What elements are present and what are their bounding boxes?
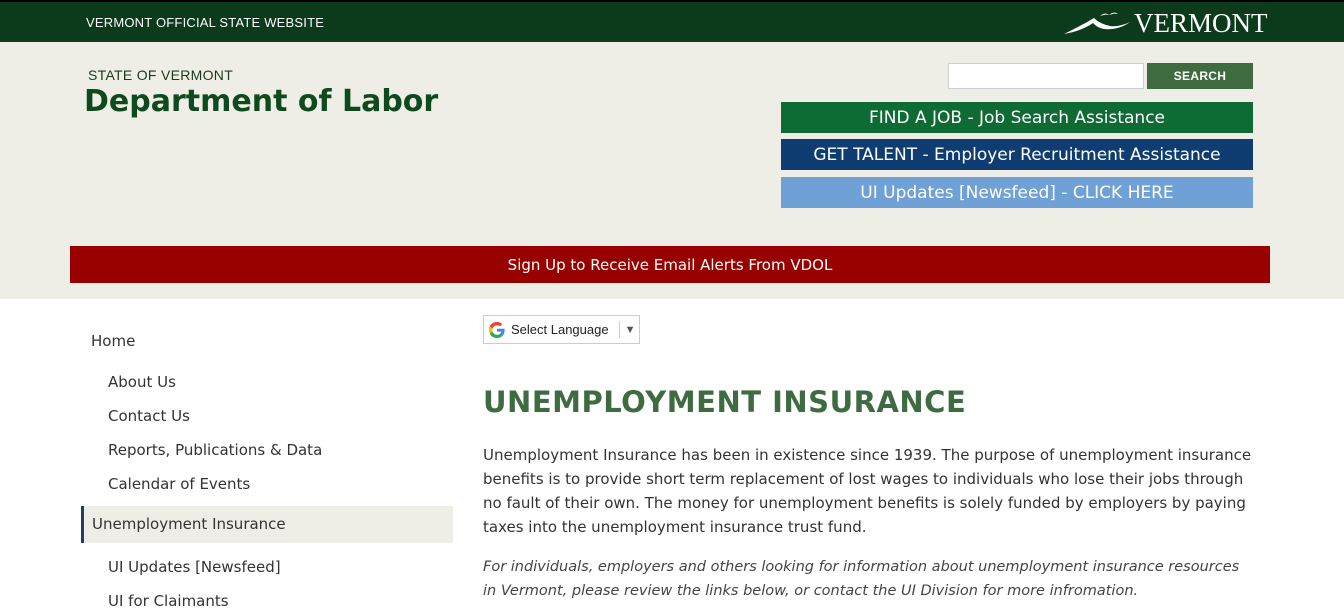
select-language-label: Select Language [511, 322, 609, 337]
official-site-label[interactable]: VERMONT OFFICIAL STATE WEBSITE [86, 15, 324, 30]
find-a-job-button[interactable]: FIND A JOB - Job Search Assistance [781, 102, 1253, 133]
sidebar-item-contact-us[interactable]: Contact Us [108, 407, 190, 425]
mountain-bird-icon [1064, 12, 1130, 34]
sidebar-item-unemployment-insurance[interactable]: Unemployment Insurance [81, 506, 453, 543]
vermont-logo[interactable]: VERMONT [1062, 8, 1268, 38]
intro-paragraph: Unemployment Insurance has been in exist… [483, 446, 1252, 536]
sidebar-item-label: Unemployment Insurance [92, 515, 286, 533]
vermont-wordmark: VERMONT [1134, 7, 1268, 38]
dropdown-arrow-icon: ▼ [624, 323, 636, 336]
sidebar-item-home[interactable]: Home [91, 332, 135, 350]
language-selector[interactable]: Select Language ▼ [483, 315, 640, 344]
get-talent-button[interactable]: GET TALENT - Employer Recruitment Assist… [781, 139, 1253, 170]
info-note: For individuals, employers and others lo… [483, 559, 1240, 599]
state-label: STATE OF VERMONT [88, 67, 234, 83]
ui-updates-button[interactable]: UI Updates [Newsfeed] - CLICK HERE [781, 177, 1253, 208]
google-g-icon [489, 321, 505, 338]
sidebar-item-ui-claimants[interactable]: UI for Claimants [108, 592, 229, 610]
department-title[interactable]: Department of Labor [84, 84, 438, 119]
email-alerts-banner[interactable]: Sign Up to Receive Email Alerts From VDO… [70, 246, 1270, 283]
sidebar-item-reports[interactable]: Reports, Publications & Data [108, 441, 322, 459]
sidebar-item-calendar[interactable]: Calendar of Events [108, 475, 250, 493]
page-title: UNEMPLOYMENT INSURANCE [483, 385, 967, 419]
site-header: STATE OF VERMONT Department of Labor SEA… [0, 42, 1344, 299]
divider [618, 321, 620, 338]
sidebar-item-ui-updates[interactable]: UI Updates [Newsfeed] [108, 558, 281, 576]
search-input[interactable] [948, 63, 1144, 89]
search-button[interactable]: SEARCH [1147, 63, 1253, 89]
sidebar-item-about-us[interactable]: About Us [108, 373, 176, 391]
top-bar: VERMONT OFFICIAL STATE WEBSITE VERMONT [0, 0, 1344, 42]
